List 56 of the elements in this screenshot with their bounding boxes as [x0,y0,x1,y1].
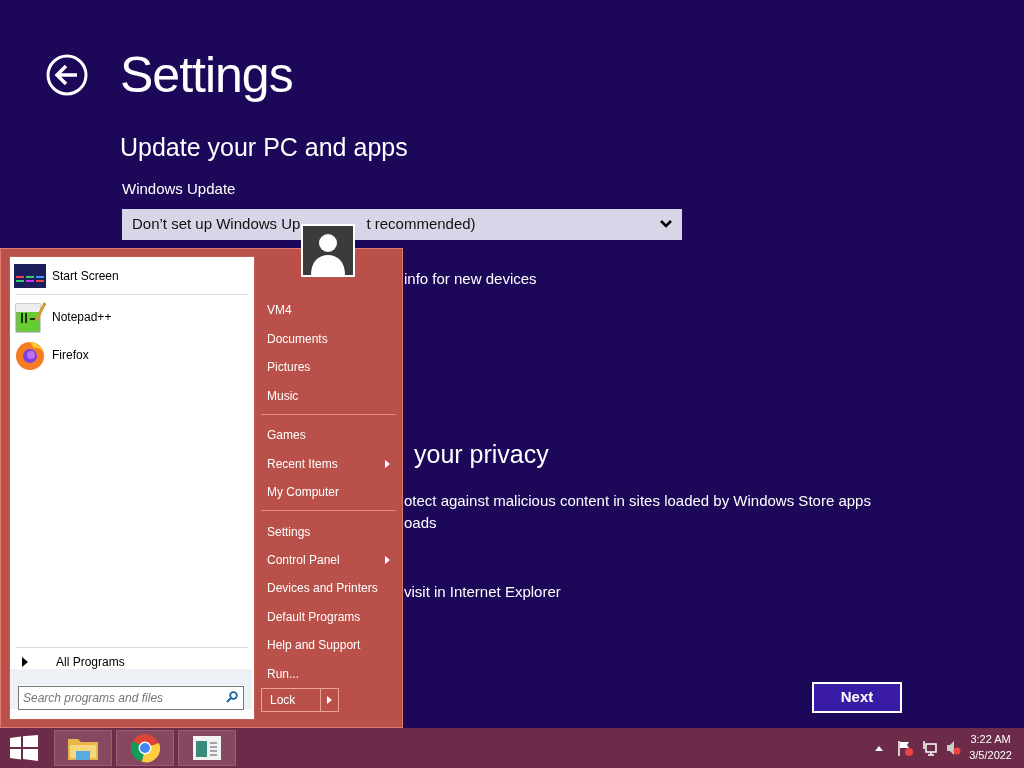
clock-time: 3:22 AM [969,732,1012,748]
notepad-icon [14,301,46,333]
menu-link[interactable]: Music [261,381,396,410]
taskbar-button[interactable] [54,730,112,766]
taskbar-button[interactable] [178,730,236,766]
menu-link[interactable]: Run... [261,659,396,689]
menu-link[interactable]: Help and Support [261,631,396,660]
chevron-icon [660,220,672,228]
dropdown[interactable]: Don’t set up Windows Up t recommended) [122,208,682,240]
program-label: Start Screen [52,268,119,285]
taskbar-button[interactable] [116,730,174,766]
search-field[interactable]: Search programs and files [18,686,244,710]
program-label: Notepad++ [52,309,112,326]
search-icon[interactable] [226,691,238,703]
page-title: Settings [120,50,293,100]
window-icon [193,736,221,760]
menu-link[interactable]: Recent Items [261,449,396,478]
lock-options-button[interactable] [321,688,339,713]
program-label: Firefox [52,347,89,364]
firefox-icon [14,339,46,371]
network-icon[interactable] [921,740,938,756]
dropdown-value: Don’t set up Windows Up [132,213,301,234]
menu-link[interactable]: Documents [261,324,396,353]
setting-text: visit in Internet Explorer [404,582,561,600]
chevron-up-icon[interactable] [875,745,884,751]
menu-link[interactable]: Settings [261,517,396,546]
program-item[interactable]: Start Screen [10,257,254,291]
field-label: Windows Update [122,179,237,199]
windows-start-icon[interactable] [10,735,38,761]
program-item[interactable]: Firefox [10,336,254,374]
menu-link[interactable]: VM4 [261,296,396,325]
clock-date: 3/5/2022 [969,748,1012,763]
lock-button[interactable]: Lock [261,688,321,713]
flag-icon[interactable] [897,740,914,756]
setting-text: otect against malicious content in sites loaded by Windows Store apps [404,491,871,509]
dropdown-value: t recommended) [366,213,476,234]
menu-link[interactable]: Pictures [261,352,396,382]
triangle-icon [22,657,28,667]
menu-link[interactable]: Devices and Printers [261,574,396,603]
menu-link[interactable]: Games [261,420,396,450]
chrome-icon [130,733,160,763]
menu-link[interactable]: My Computer [261,477,396,507]
setting-text: oads [404,514,437,531]
user-avatar [301,224,355,277]
menu-link[interactable]: Control Panel [261,545,396,575]
tiles-icon [14,264,46,288]
speaker-muted-icon[interactable] [945,740,962,756]
section-heading: Update your PC and apps [120,132,409,162]
setting-text: info for new devices [404,269,537,287]
caret-icon [327,696,332,705]
back-icon[interactable] [46,54,88,96]
all-programs-item[interactable]: All Programs [10,651,254,677]
next-button[interactable]: Next [812,682,902,713]
program-item[interactable]: Notepad++ [10,298,254,336]
menu-link[interactable]: Default Programs [261,602,396,632]
section-heading: your privacy [414,440,549,468]
